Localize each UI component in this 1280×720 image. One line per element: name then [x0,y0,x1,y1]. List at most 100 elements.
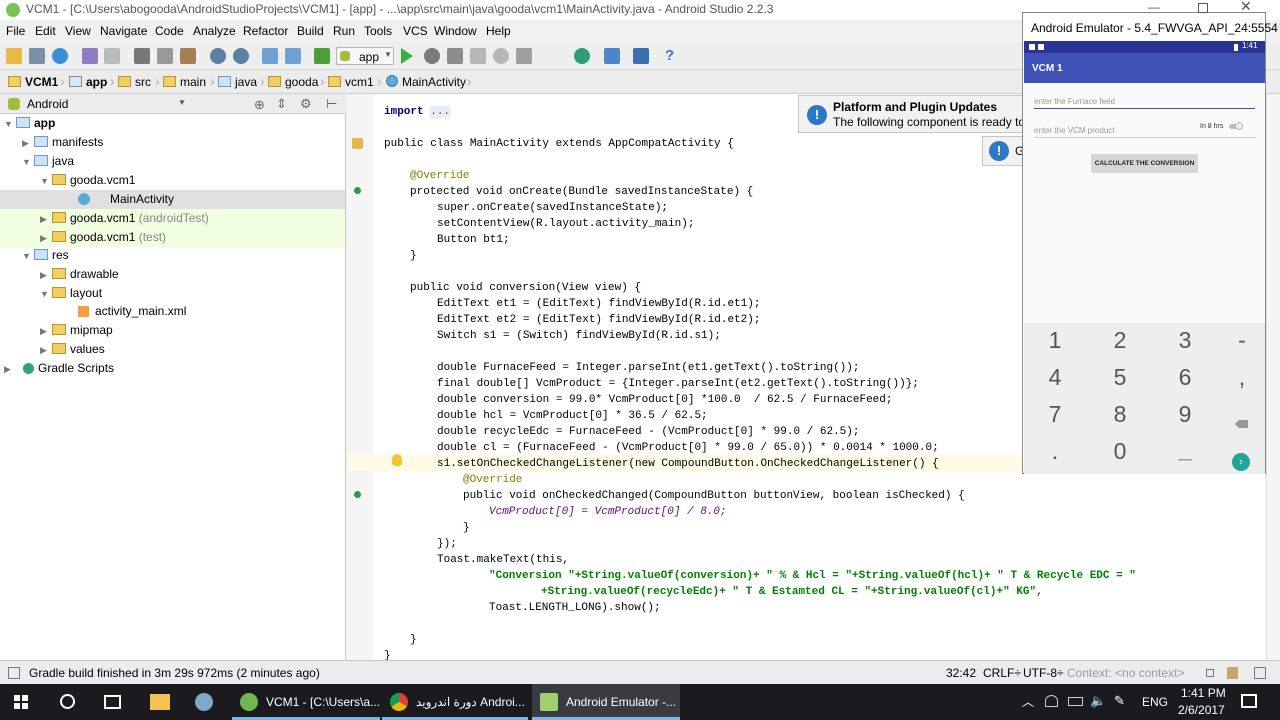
stop-icon[interactable] [516,48,532,64]
gear-icon[interactable]: ⚙ [300,96,312,112]
tree-item-manifests[interactable]: ▶ manifests [22,133,103,152]
crumb-src[interactable]: src [118,75,151,89]
run-icon[interactable] [401,48,413,64]
file-encoding[interactable]: UTF-8÷ [1023,666,1064,680]
chevron-down-icon[interactable]: ▼ [178,98,186,107]
run-config-select[interactable]: app ▼ [336,47,394,65]
key-3[interactable]: 3 [1165,327,1205,354]
menu-analyze[interactable]: Analyze [193,24,236,38]
tree-item-java[interactable]: ▼ java [22,152,74,171]
file-explorer-icon[interactable] [150,694,170,710]
cursor-position[interactable]: 32:42 [946,666,976,680]
battery-tray-icon[interactable] [1068,697,1083,706]
tree-item-gooda-vcm1-test[interactable]: ▶ gooda.vcm1 (test) [40,228,166,247]
find-icon[interactable] [210,48,226,64]
maximize-icon[interactable] [1198,3,1208,13]
task-emulator[interactable]: Android Emulator -... [532,684,680,720]
crumb-gooda[interactable]: gooda [268,75,318,89]
key-8[interactable]: 8 [1100,401,1140,428]
collapse-all-icon[interactable]: ⇕ [276,96,287,112]
update-notification[interactable]: ! Platform and Plugin Updates The follow… [798,95,1025,133]
class-override-marker-icon[interactable] [352,138,363,149]
tree-item-activity-main-xml[interactable]: activity_main.xml [78,302,186,321]
tree-item-mipmap[interactable]: ▶ mipmap [40,321,113,340]
apply-changes-icon[interactable] [493,48,509,64]
undo-icon[interactable] [82,48,98,64]
key-9[interactable]: 9 [1165,401,1205,428]
calculate-button[interactable]: CALCULATE THE CONVERSION [1091,154,1198,173]
task-android-studio[interactable]: VCM1 - [C:\Users\a... [232,684,382,720]
enter-icon[interactable]: › [1232,453,1250,471]
key-7[interactable]: 7 [1035,401,1075,428]
crumb-mainactivity[interactable]: MainActivity [386,75,466,89]
tool-windows-icon[interactable] [8,667,20,679]
clock-date[interactable]: 2/6/2017 [1178,703,1225,717]
clock-time[interactable]: 1:41 PM [1181,686,1226,700]
make-project-icon[interactable] [314,48,330,64]
key-1[interactable]: 1 [1035,327,1075,354]
menu-help[interactable]: Help [486,24,511,38]
back-icon[interactable] [262,48,278,64]
key-2[interactable]: 2 [1100,327,1140,354]
event-log-icon[interactable] [1254,667,1266,679]
tree-item-values[interactable]: ▶ values [40,340,105,359]
inspector-icon[interactable] [1227,667,1238,679]
menu-build[interactable]: Build [297,24,324,38]
tree-item-drawable[interactable]: ▶ drawable [40,265,119,284]
windows-start-icon[interactable] [14,695,28,709]
menu-run[interactable]: Run [333,24,355,38]
tree-item-mainactivity[interactable]: MainActivity [78,190,174,209]
forward-icon[interactable] [285,48,301,64]
sync-icon[interactable] [52,48,68,64]
open-folder-icon[interactable] [6,48,22,64]
furnace-feed-input[interactable]: enter the Furnace feed [1034,97,1115,106]
tree-item-layout[interactable]: ▼ layout [40,284,102,303]
tree-item-res[interactable]: ▼ res [22,246,69,265]
language-indicator[interactable]: ENG [1142,695,1168,709]
action-center-icon[interactable] [1241,694,1257,708]
key-minus[interactable]: - [1222,327,1262,354]
tree-item-gooda-vcm1-androidtest[interactable]: ▶ gooda.vcm1 (androidTest) [40,209,209,228]
key-6[interactable]: 6 [1165,364,1205,391]
cut-icon[interactable] [134,48,150,64]
editor-scrollbar[interactable] [1266,94,1280,660]
key-period[interactable]: . [1035,438,1075,465]
volume-icon[interactable]: 🔈 [1090,693,1106,709]
override-marker-icon[interactable] [354,491,361,498]
redo-icon[interactable] [104,48,120,64]
show-hidden-icons[interactable]: ︿ [1022,693,1034,710]
lock-icon[interactable] [1206,669,1214,677]
crumb-java[interactable]: java [218,75,257,89]
key-5[interactable]: 5 [1100,364,1140,391]
paste-icon[interactable] [180,48,196,64]
replace-icon[interactable] [233,48,249,64]
project-view-selector[interactable]: Android [27,97,68,111]
network-icon[interactable] [1045,695,1058,707]
menu-edit[interactable]: Edit [35,24,56,38]
save-icon[interactable] [29,48,45,64]
menu-code[interactable]: Code [155,24,184,38]
scroll-from-source-icon[interactable]: ⊕ [254,97,265,113]
project-structure-icon[interactable] [604,48,620,64]
crumb-vcm1[interactable]: VCM1 [8,75,58,89]
menu-window[interactable]: Window [434,24,477,38]
minimize-icon[interactable]: — [1148,0,1160,14]
key-space[interactable]: _ [1165,435,1205,462]
menu-refactor[interactable]: Refactor [243,24,288,38]
tree-item-app[interactable]: ▼ app [4,114,55,133]
emulator-window[interactable]: Android Emulator - 5.4_FWVGA_API_24:5554… [1022,12,1278,474]
second-notification[interactable]: ! G [982,136,1024,166]
backspace-icon[interactable] [1235,420,1248,428]
crumb-vcm1-pkg[interactable]: vcm1 [328,75,374,89]
gradle-sync-icon[interactable] [574,48,590,64]
crumb-main[interactable]: main [163,75,206,89]
pen-icon[interactable]: ✎ [1114,693,1125,709]
profile-icon[interactable] [470,48,486,64]
menu-tools[interactable]: Tools [364,24,392,38]
menu-vcs[interactable]: VCS [403,24,428,38]
copy-icon[interactable] [157,48,173,64]
close-icon[interactable]: ✕ [1240,0,1252,15]
tree-item-gradle-scripts[interactable]: ▶ Gradle Scripts [4,359,114,378]
attach-debugger-icon[interactable] [447,48,463,64]
pinned-app-icon[interactable] [195,693,213,711]
